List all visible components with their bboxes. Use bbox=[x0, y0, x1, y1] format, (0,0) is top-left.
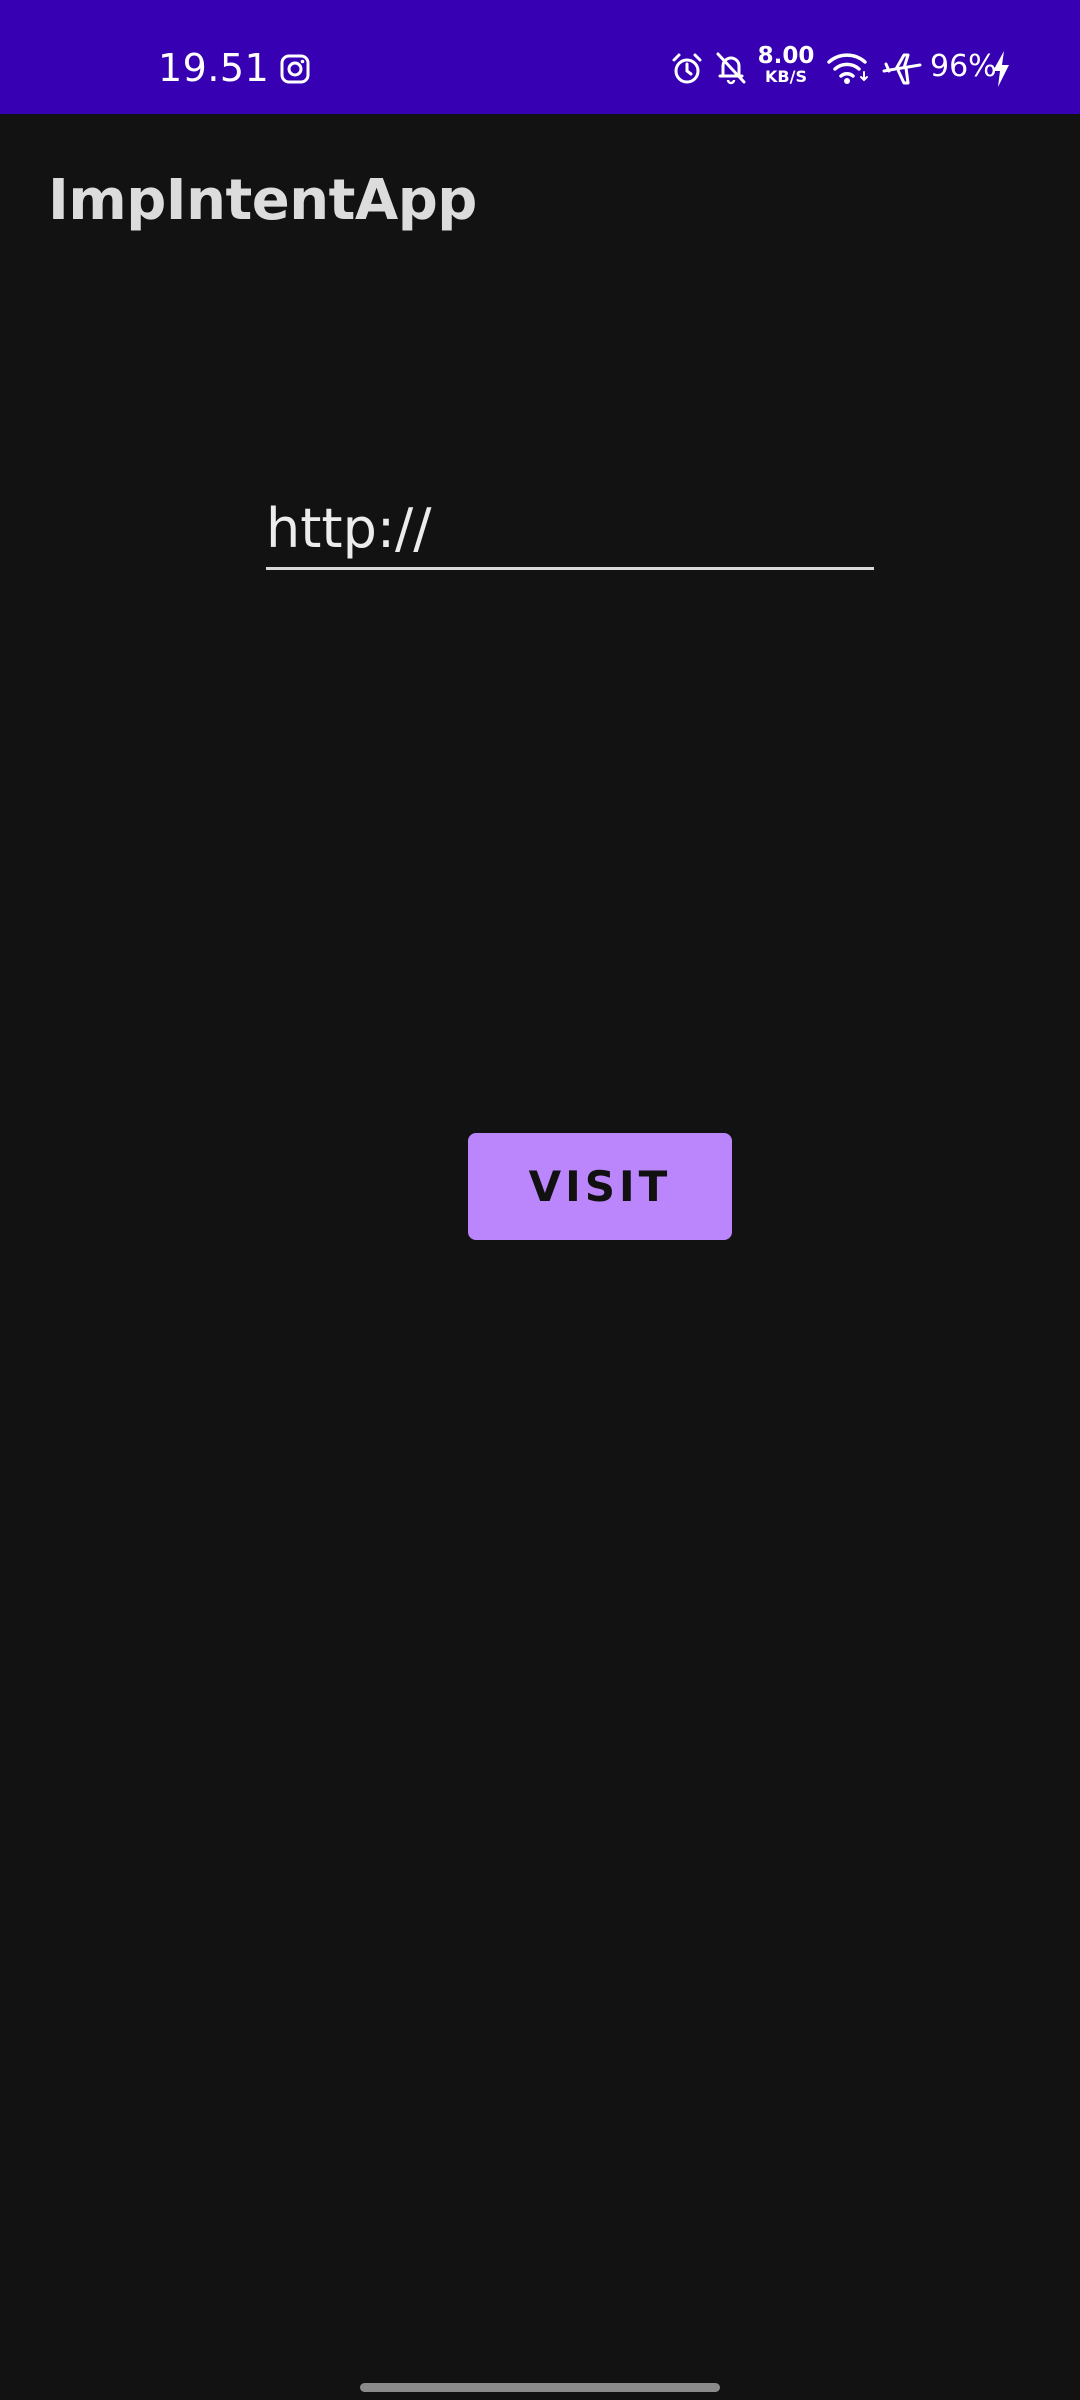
network-speed: 8.00 KB/S bbox=[756, 45, 816, 85]
wifi-icon bbox=[826, 50, 870, 86]
charging-bolt-icon bbox=[990, 50, 1012, 88]
alarm-icon bbox=[670, 52, 704, 86]
gesture-nav-handle[interactable] bbox=[360, 2383, 720, 2392]
network-speed-value: 8.00 bbox=[757, 43, 815, 69]
instagram-icon bbox=[279, 53, 311, 85]
url-input[interactable] bbox=[266, 494, 874, 570]
visit-button[interactable]: VISIT bbox=[468, 1133, 732, 1240]
airplane-icon bbox=[882, 52, 922, 86]
app-title: ImpIntentApp bbox=[48, 168, 477, 233]
status-time: 19.51 bbox=[158, 46, 270, 90]
network-speed-unit: KB/S bbox=[765, 67, 807, 86]
battery-level: 96% bbox=[930, 49, 997, 84]
muted-bell-icon bbox=[714, 50, 748, 86]
status-bar: 19.51 8.00 KB/S 96% bbox=[0, 0, 1080, 114]
